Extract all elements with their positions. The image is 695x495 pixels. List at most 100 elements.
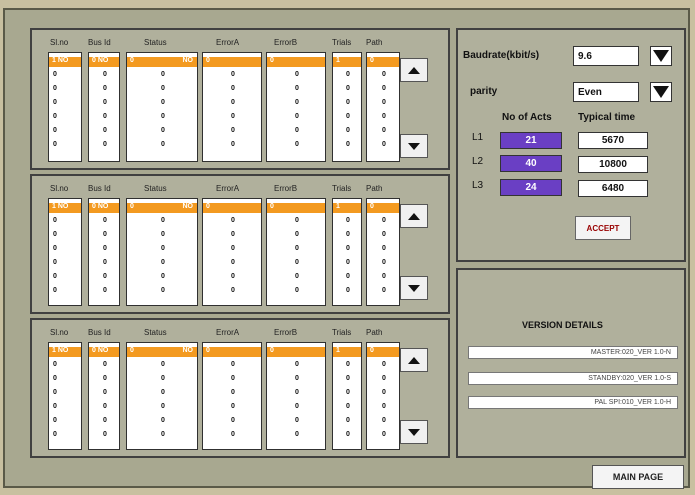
table-column[interactable]: 0 0 0 0 0 0 0 [202, 198, 262, 306]
column-header: ErrorB [274, 38, 298, 47]
table-column[interactable]: 1 NO 0 0 0 0 0 0 [48, 342, 82, 450]
table-column[interactable]: 0 0 0 0 0 0 0 [366, 52, 400, 162]
selected-row-cell[interactable]: 1 [333, 347, 361, 357]
table-column[interactable]: 1 NO 0 0 0 0 0 0 [48, 198, 82, 306]
baudrate-dropdown-button[interactable] [650, 46, 672, 66]
table-column[interactable]: 1 NO 0 0 0 0 0 0 [48, 52, 82, 162]
table-column[interactable]: 1000000 [332, 52, 362, 162]
scroll-down-button[interactable] [400, 134, 428, 158]
table-cell: 0 [346, 71, 350, 78]
selected-row-cell[interactable]: 0 NO [127, 347, 197, 357]
version-master: MASTER:020_VER 1.0-N [468, 346, 678, 359]
table-cell: 0 [103, 389, 107, 396]
selected-cell-value: 0 [270, 347, 274, 354]
selected-row-cell[interactable]: 0 NO [127, 57, 197, 67]
table-cell: 0 [161, 361, 165, 368]
table-cell: 0 [103, 259, 107, 266]
table-cell: 0 [382, 375, 386, 382]
table-cell: 0 [382, 287, 386, 294]
table-cell: 0 [231, 231, 235, 238]
selected-cell-value: 0 NO [92, 203, 109, 210]
table-cell: 0 [295, 389, 299, 396]
selected-cell-value: 0 [130, 347, 134, 354]
scroll-down-button[interactable] [400, 420, 428, 444]
parity-dropdown-button[interactable] [650, 82, 672, 102]
typical-time-header: Typical time [578, 112, 636, 123]
selected-row-cell[interactable]: 1 NO [49, 57, 81, 67]
selected-row-cell[interactable]: 0 [367, 347, 399, 357]
table-column[interactable]: 0 NO 0 0 0 0 0 0 [88, 52, 120, 162]
table-cell: 0 [346, 273, 350, 280]
table-column[interactable]: 0 0 0 0 0 0 0 [366, 342, 400, 450]
table-cell: 0 [382, 417, 386, 424]
baudrate-value: 9.6 [578, 50, 592, 62]
selected-row-cell[interactable]: 0 [203, 57, 261, 67]
column-header: Path [366, 38, 383, 47]
table-cell: 0 [161, 403, 165, 410]
table-cell: 0 [161, 217, 165, 224]
table-cell: 0 [295, 361, 299, 368]
table-cell: 0 [346, 287, 350, 294]
selected-row-cell[interactable]: 1 NO [49, 347, 81, 357]
selected-row-cell[interactable]: 1 [333, 57, 361, 67]
table-cell: 0 [161, 85, 165, 92]
selected-row-cell[interactable]: 1 NO [49, 203, 81, 213]
table-column[interactable]: 1000000 [332, 198, 362, 306]
parity-select[interactable]: Even [573, 82, 639, 102]
table-column[interactable]: 0 NO 0 0 0 0 0 0 [88, 342, 120, 450]
selected-row-cell[interactable]: 0 NO [127, 203, 197, 213]
column-header: Sl.no [50, 328, 69, 337]
table-cell: 0 [231, 273, 235, 280]
table-column[interactable]: 0 NO 0 0 0 0 0 0 [88, 198, 120, 306]
selected-row-cell[interactable]: 0 [267, 203, 325, 213]
table-column[interactable]: 0 NO 0 0 0 0 0 0 [126, 342, 198, 450]
scroll-up-button[interactable] [400, 348, 428, 372]
table-column[interactable]: 0 NO 0 0 0 0 0 0 [126, 52, 198, 162]
table-column[interactable]: 1000000 [332, 342, 362, 450]
selected-row-cell[interactable]: 0 NO [89, 57, 119, 67]
table-column[interactable]: 0 0 0 0 0 0 0 [366, 198, 400, 306]
table-cell: 0 [161, 71, 165, 78]
table-cell: 0 [346, 217, 350, 224]
table-column[interactable]: 0 0 0 0 0 0 0 [202, 52, 262, 162]
selected-row-cell[interactable]: 0 [367, 203, 399, 213]
table-cell: 0 [53, 273, 57, 280]
table-cell: 0 [161, 273, 165, 280]
table-column[interactable]: 0 0 0 0 0 0 0 [202, 342, 262, 450]
table-column[interactable]: 0 0 0 0 0 0 0 [266, 198, 326, 306]
table-column[interactable]: 0 NO 0 0 0 0 0 0 [126, 198, 198, 306]
table-cell: 0 [295, 273, 299, 280]
selected-row-cell[interactable]: 0 [203, 203, 261, 213]
selected-cell-value: 0 [206, 347, 210, 354]
selected-row-cell[interactable]: 0 [367, 57, 399, 67]
column-header: Trials [332, 184, 352, 193]
column-header: Bus Id [88, 184, 111, 193]
selected-row-cell[interactable]: 0 [203, 347, 261, 357]
table-cell: 0 [103, 361, 107, 368]
selected-row-cell[interactable]: 0 NO [89, 203, 119, 213]
table-cell: 0 [295, 431, 299, 438]
scroll-up-button[interactable] [400, 204, 428, 228]
table-cell: 0 [382, 389, 386, 396]
table-cell: 0 [231, 85, 235, 92]
table-cell: 0 [53, 85, 57, 92]
table-cell: 0 [53, 417, 57, 424]
main-page-button[interactable]: MAIN PAGE [592, 465, 684, 489]
selected-row-cell[interactable]: 1 [333, 203, 361, 213]
table-cell: 0 [295, 287, 299, 294]
table-column[interactable]: 0 0 0 0 0 0 0 [266, 52, 326, 162]
table-cell: 0 [295, 127, 299, 134]
selected-row-cell[interactable]: 0 [267, 347, 325, 357]
column-header: Status [144, 328, 167, 337]
baudrate-select[interactable]: 9.6 [573, 46, 639, 66]
accept-button[interactable]: ACCEPT [575, 216, 631, 240]
scroll-up-button[interactable] [400, 58, 428, 82]
bus-status-table-panel: Sl.no Bus Id Status ErrorA ErrorB Trials Path 1… [30, 318, 450, 458]
scroll-down-button[interactable] [400, 276, 428, 300]
table-cell: 0 [103, 403, 107, 410]
table-cell: 0 [382, 71, 386, 78]
table-column[interactable]: 0 0 0 0 0 0 0 [266, 342, 326, 450]
selected-row-cell[interactable]: 0 NO [89, 347, 119, 357]
selected-row-cell[interactable]: 0 [267, 57, 325, 67]
line-l3-label: L3 [472, 180, 484, 191]
